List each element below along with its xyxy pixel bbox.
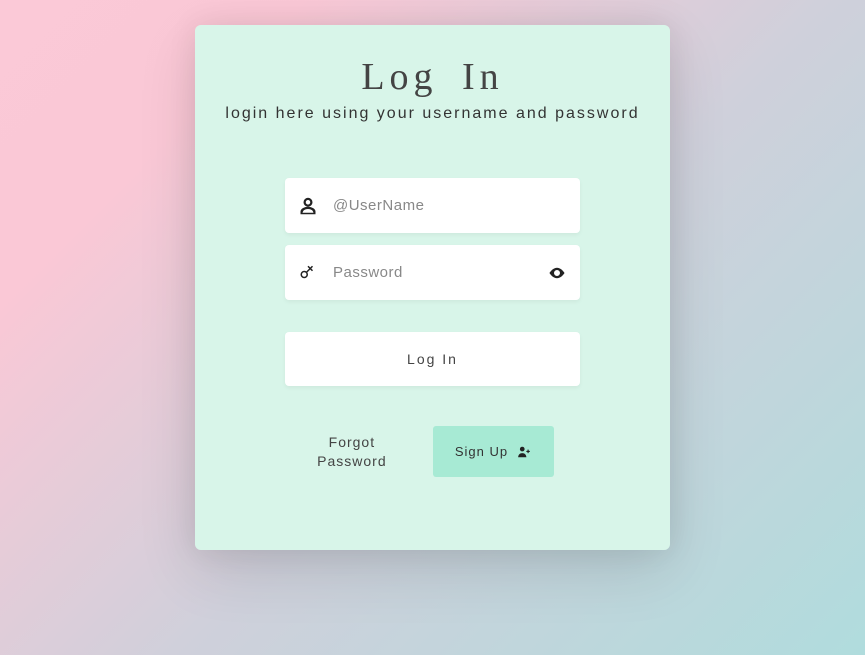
- signup-button[interactable]: Sign Up: [433, 426, 554, 477]
- username-row: [285, 178, 580, 233]
- username-input[interactable]: [285, 178, 580, 233]
- page-subtitle: login here using your username and passw…: [220, 105, 645, 123]
- user-plus-icon: [516, 445, 532, 459]
- key-icon: [299, 264, 317, 282]
- user-icon: [299, 197, 317, 215]
- login-button[interactable]: Log In: [285, 332, 580, 386]
- eye-icon[interactable]: [548, 264, 566, 282]
- password-row: [285, 245, 580, 300]
- page-title: Log In: [220, 55, 645, 99]
- password-input[interactable]: [285, 245, 580, 300]
- forgot-password-link[interactable]: Forgot Password: [311, 433, 393, 469]
- login-form: Log In Forgot Password Sign Up: [285, 178, 580, 477]
- bottom-actions: Forgot Password Sign Up: [285, 426, 580, 477]
- login-card: Log In login here using your username an…: [195, 25, 670, 550]
- signup-label: Sign Up: [455, 444, 508, 459]
